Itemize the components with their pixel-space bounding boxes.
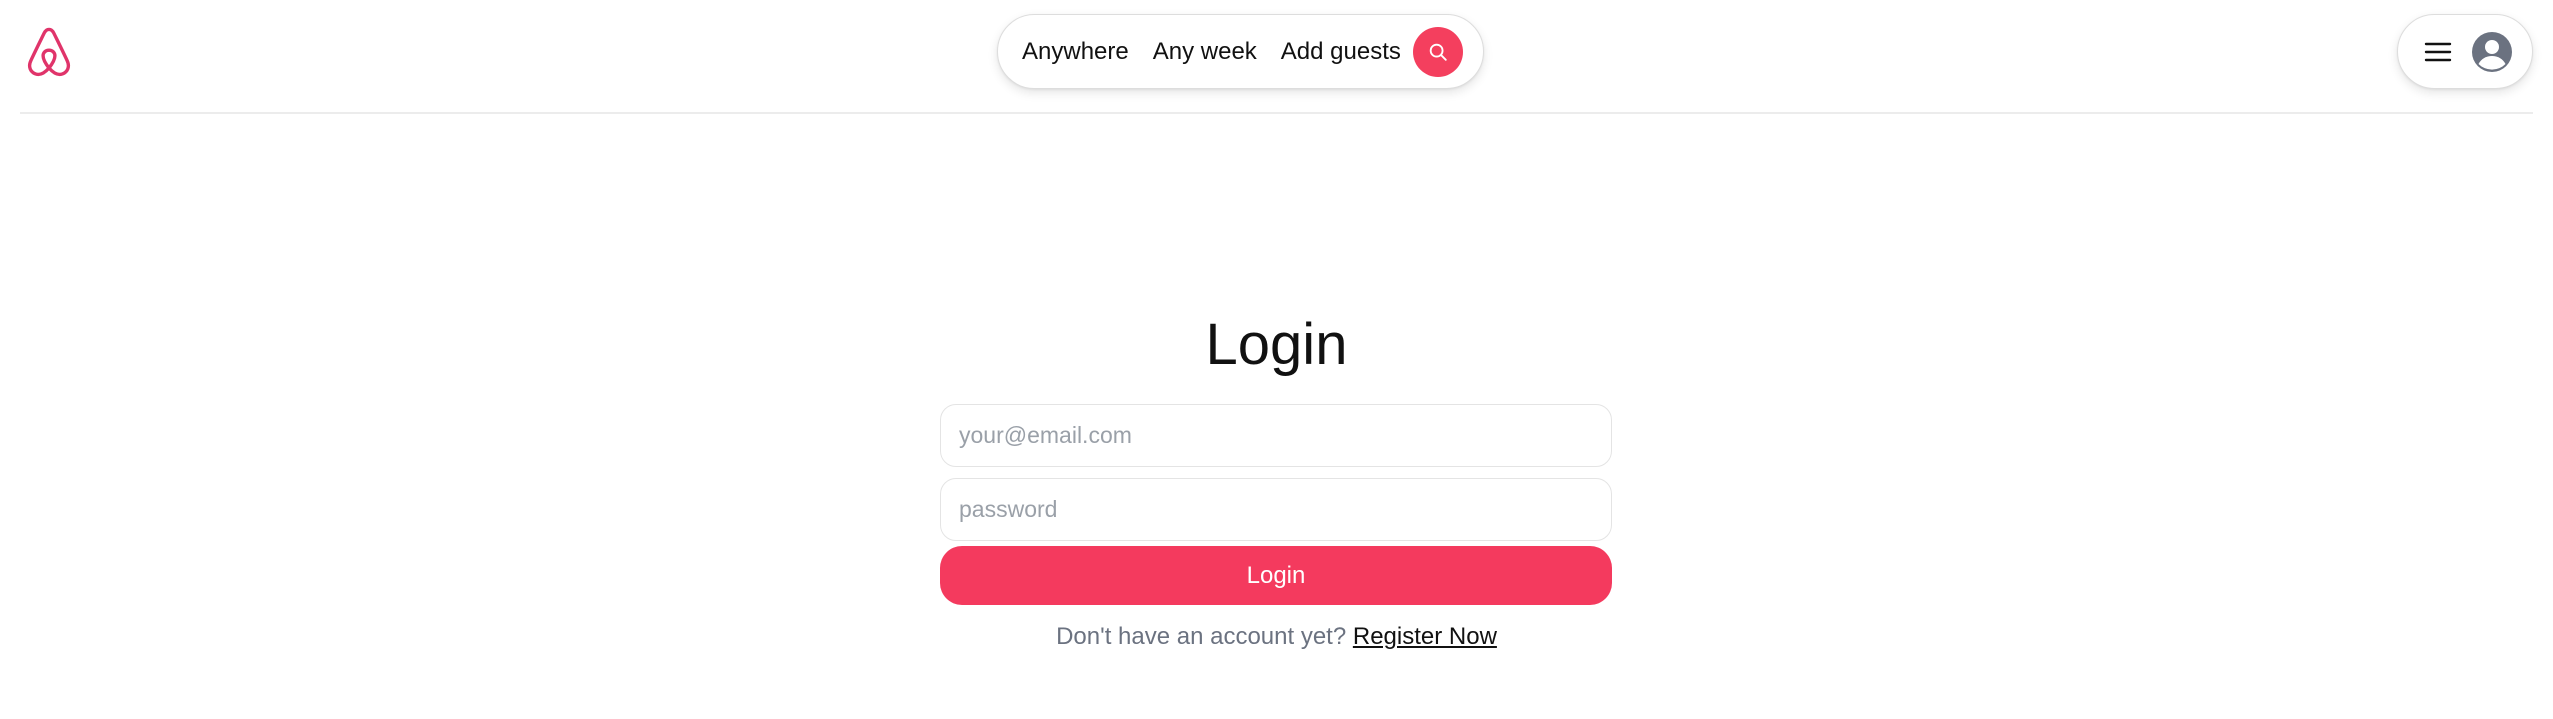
email-field[interactable]: [940, 404, 1612, 467]
register-now-link[interactable]: Register Now: [1353, 623, 1497, 650]
search-location-button[interactable]: Anywhere: [1022, 37, 1129, 67]
register-prompt: Don't have an account yet?: [1056, 623, 1347, 650]
search-dates-button[interactable]: Any week: [1153, 37, 1257, 67]
search-button[interactable]: [1412, 26, 1463, 77]
user-avatar-icon: [2472, 31, 2512, 72]
airbnb-logo-icon[interactable]: [20, 23, 78, 81]
password-field[interactable]: [940, 478, 1612, 541]
user-menu-button[interactable]: [2397, 14, 2533, 89]
search-guests-button[interactable]: Add guests: [1281, 37, 1401, 67]
register-prompt-row: Don't have an account yet? Register Now: [0, 621, 2553, 653]
search-icon: [1429, 43, 1447, 61]
page: Anywhere Any week Add guests Login your@…: [0, 0, 2553, 719]
login-submit-button[interactable]: Login: [940, 546, 1612, 605]
search-bar[interactable]: Anywhere Any week Add guests: [997, 14, 1484, 89]
header-divider: [20, 112, 2533, 114]
top-navbar: Anywhere Any week Add guests: [0, 0, 2553, 115]
hamburger-menu-icon: [2424, 40, 2452, 64]
login-title: Login: [1205, 312, 1348, 377]
